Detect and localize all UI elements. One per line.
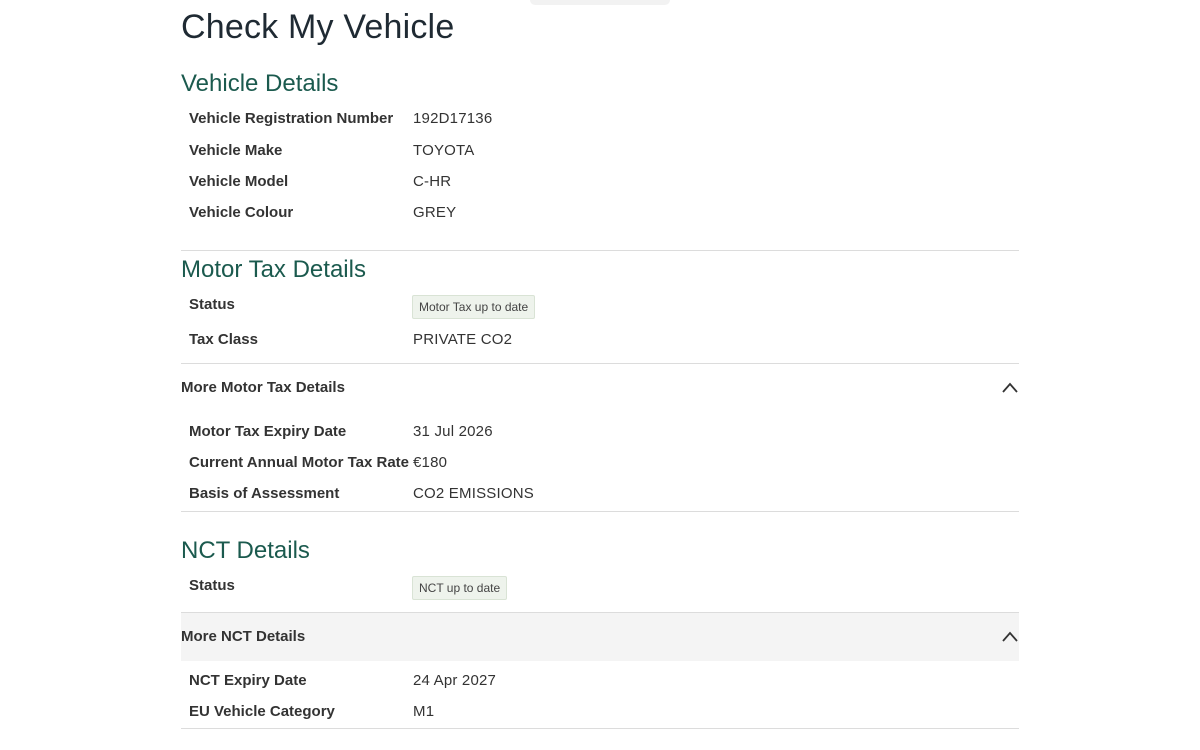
page-title: Check My Vehicle (181, 8, 455, 46)
nct-status-badge: NCT up to date (412, 576, 508, 600)
tax-rate-row: Current Annual Motor Tax Rate €180 (189, 454, 1019, 478)
nct-expiry-row: NCT Expiry Date 24 Apr 2027 (189, 672, 1019, 696)
assessment-row: Basis of Assessment CO2 EMISSIONS (189, 485, 1019, 509)
nct-heading: NCT Details (181, 537, 310, 564)
tax-expiry-value: 31 Jul 2026 (413, 423, 493, 440)
more-nct-toggle[interactable]: More NCT Details (181, 613, 1019, 661)
colour-value: GREY (413, 204, 457, 221)
motor-tax-status-badge: Motor Tax up to date (412, 295, 536, 319)
make-value: TOYOTA (413, 142, 475, 159)
make-label: Vehicle Make (189, 142, 283, 159)
more-nct-label: More NCT Details (181, 628, 306, 645)
registration-value: 192D17136 (413, 110, 493, 127)
assessment-label: Basis of Assessment (189, 485, 340, 502)
model-value: C-HR (413, 173, 452, 190)
nct-status-row: Status (189, 577, 1019, 601)
tax-class-label: Tax Class (189, 331, 258, 348)
more-motor-tax-toggle[interactable]: More Motor Tax Details (181, 364, 1019, 412)
registration-row: Vehicle Registration Number 192D17136 (189, 110, 1019, 134)
section-divider (181, 250, 1019, 251)
colour-label: Vehicle Colour (189, 204, 294, 221)
section-divider (181, 728, 1019, 729)
model-row: Vehicle Model C-HR (189, 173, 1019, 197)
tax-rate-label: Current Annual Motor Tax Rate (189, 454, 410, 471)
make-row: Vehicle Make TOYOTA (189, 142, 1019, 166)
nct-expiry-value: 24 Apr 2027 (413, 672, 497, 689)
nct-status-label: Status (189, 577, 235, 594)
motor-tax-status-row: Status (189, 296, 1019, 320)
motor-tax-status-label: Status (189, 296, 235, 313)
colour-row: Vehicle Colour GREY (189, 204, 1019, 228)
tax-expiry-row: Motor Tax Expiry Date 31 Jul 2026 (189, 423, 1019, 447)
registration-label: Vehicle Registration Number (189, 110, 394, 127)
eu-category-value: M1 (413, 703, 435, 720)
top-bar-fragment (530, 0, 670, 5)
assessment-value: CO2 EMISSIONS (413, 485, 534, 502)
nct-expiry-label: NCT Expiry Date (189, 672, 307, 689)
section-divider (181, 511, 1019, 512)
chevron-up-icon[interactable] (1001, 629, 1019, 643)
model-label: Vehicle Model (189, 173, 289, 190)
eu-category-row: EU Vehicle Category M1 (189, 703, 1019, 727)
tax-expiry-label: Motor Tax Expiry Date (189, 423, 347, 440)
vehicle-details-heading: Vehicle Details (181, 70, 339, 97)
motor-tax-heading: Motor Tax Details (181, 256, 366, 283)
more-motor-tax-label: More Motor Tax Details (181, 379, 345, 396)
tax-class-row: Tax Class PRIVATE CO2 (189, 331, 1019, 355)
chevron-up-icon[interactable] (1001, 380, 1019, 394)
tax-class-value: PRIVATE CO2 (413, 331, 513, 348)
eu-category-label: EU Vehicle Category (189, 703, 335, 720)
tax-rate-value: €180 (413, 454, 448, 471)
